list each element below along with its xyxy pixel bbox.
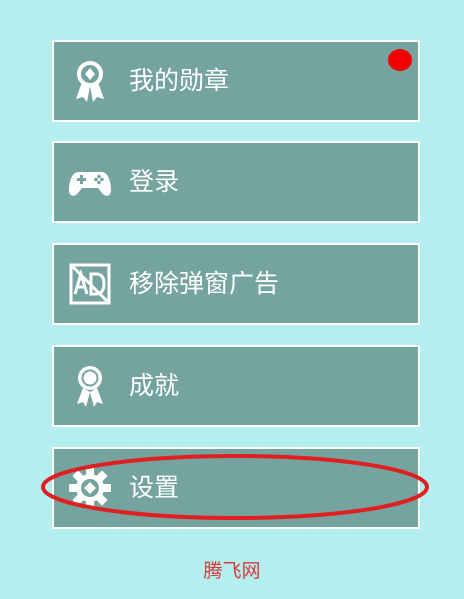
gear-icon — [68, 466, 112, 510]
menu-item-label: 我的勋章 — [129, 66, 230, 95]
no-ad-icon — [68, 262, 112, 306]
ribbon-award-icon — [68, 364, 112, 408]
notification-badge — [388, 49, 412, 71]
achievements-button[interactable]: 成就 — [52, 345, 420, 427]
footer-watermark: 腾飞网 — [203, 560, 261, 582]
login-button[interactable]: 登录 — [52, 141, 420, 223]
menu-item-label: 成就 — [129, 371, 180, 400]
settings-button[interactable]: 设置 — [52, 447, 420, 529]
remove-ads-button[interactable]: 移除弹窗广告 — [52, 243, 420, 325]
menu-item-label: 登录 — [129, 167, 180, 196]
my-medals-button[interactable]: 我的勋章 — [52, 40, 420, 122]
menu-item-label: 移除弹窗广告 — [129, 269, 280, 298]
medal-icon — [68, 59, 112, 103]
menu-item-label: 设置 — [129, 473, 180, 502]
gamepad-icon — [68, 160, 112, 204]
